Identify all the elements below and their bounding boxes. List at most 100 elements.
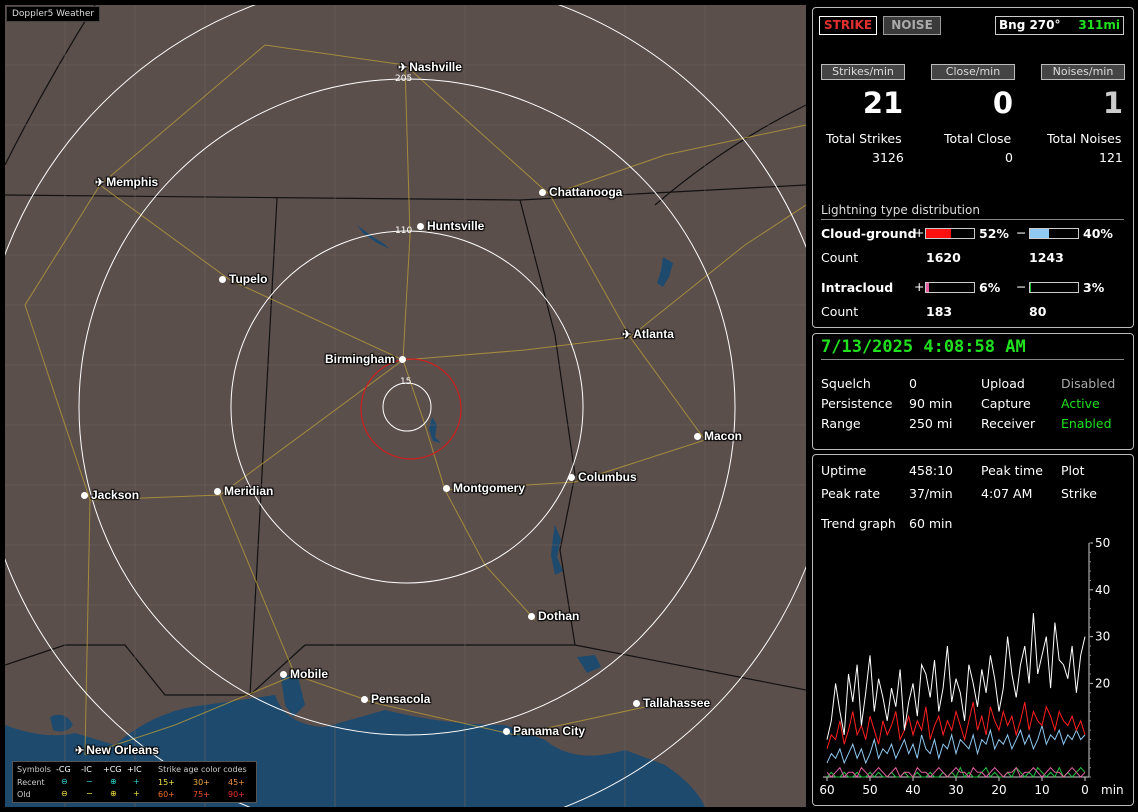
city-new-orleans: ✈ New Orleans [75, 743, 159, 757]
trend-series-line [826, 613, 1086, 740]
cg-negative-pct: 40% [1083, 226, 1113, 241]
age-75: 75+ [193, 790, 210, 799]
persistence-value: 90 min [909, 396, 953, 411]
legend-old-label: Old [17, 790, 31, 799]
close-per-min-value: 0 [992, 86, 1014, 120]
minus-cg-recent-icon: ⊖ [61, 777, 68, 786]
minus-ic-old-icon: − [86, 789, 93, 798]
city-tallahassee: Tallahassee [633, 696, 710, 710]
city-dot-icon [528, 613, 535, 621]
total-noises-label: Total Noises [1047, 131, 1122, 146]
city-dot-icon [81, 492, 88, 500]
squelch-value: 0 [909, 376, 917, 391]
legend-minus-ic: -IC [81, 765, 92, 774]
age-90: 90+ [228, 790, 245, 799]
x-tick-label: 20 [991, 783, 1006, 797]
datetime-display: 7/13/2025 4:08:58 AM [821, 337, 1026, 357]
settings-panel: 7/13/2025 4:08:58 AM Squelch 0 Upload Di… [812, 333, 1134, 450]
city-memphis: ✈ Memphis [95, 175, 159, 189]
noises-per-min-header: Noises/min [1041, 64, 1125, 80]
city-macon: Macon [694, 429, 742, 443]
lake-seminole [577, 655, 601, 673]
city-dot-icon [568, 474, 575, 482]
ic-positive-sign: + [914, 279, 925, 294]
close-per-min-header: Close/min [931, 64, 1015, 80]
city-dot-icon [399, 356, 407, 364]
noise-button[interactable]: NOISE [883, 16, 941, 35]
symbol-legend: Symbols -CG -IC +CG +IC Strike age color… [12, 761, 257, 803]
city-dot-icon [503, 728, 510, 736]
strike-button[interactable]: STRIKE [819, 16, 877, 35]
plot-label: Plot [1061, 463, 1085, 478]
city-chattanooga: Chattanooga [539, 185, 622, 199]
trend-value: 60 min [909, 516, 953, 531]
city-montgomery: Montgomery [443, 481, 525, 495]
distribution-divider [821, 219, 1124, 220]
uptime-value: 458:10 [909, 463, 953, 478]
strikes-per-min-header: Strikes/min [821, 64, 905, 80]
minus-ic-recent-icon: − [86, 777, 93, 786]
ic-positive-count: 183 [926, 304, 953, 319]
strikes-per-min-value: 21 [862, 86, 904, 120]
city-birmingham: Birmingham [325, 352, 407, 366]
peak-rate-value: 37/min [909, 486, 953, 501]
x-tick-label: 50 [862, 783, 877, 797]
age-30: 30+ [193, 778, 210, 787]
ic-positive-bar [925, 282, 975, 293]
x-tick-label: 30 [948, 783, 963, 797]
airport-icon: ✈ [622, 329, 632, 341]
city-dothan: Dothan [528, 609, 579, 623]
ic-positive-pct: 6% [979, 280, 1001, 295]
distribution-title: Lightning type distribution [821, 203, 980, 217]
cg-positive-fill [926, 229, 951, 238]
lake-martin [429, 417, 441, 443]
city-tupelo: Tupelo [219, 272, 267, 286]
receiver-label: Receiver [981, 416, 1036, 431]
legend-symbols-label: Symbols [17, 765, 51, 774]
x-tick-label: 0 [1081, 783, 1089, 797]
city-dot-icon [214, 488, 221, 496]
x-unit-label: min [1101, 783, 1124, 797]
radar-map[interactable]: 205 110 15 ✈ Nashville ✈ Memphis Chattanoo… [5, 5, 806, 807]
upload-label: Upload [981, 376, 1025, 391]
ring-label-15: 15 [400, 377, 412, 387]
y-tick-label: 50 [1095, 536, 1110, 550]
y-tick-label: 20 [1095, 676, 1110, 690]
lake-lanier [657, 257, 673, 287]
ic-negative-pct: 3% [1083, 280, 1105, 295]
ring-label-110: 110 [395, 226, 413, 236]
cg-negative-count: 1243 [1029, 250, 1064, 265]
city-dot-icon [633, 700, 640, 708]
peak-time-value: 4:07 AM [981, 486, 1033, 501]
app-title: Doppler5 Weather [6, 6, 101, 22]
legend-plus-cg: +CG [103, 765, 122, 774]
total-strikes-label: Total Strikes [826, 131, 902, 146]
city-mobile: Mobile [280, 667, 328, 681]
x-tick-label: 60 [819, 783, 834, 797]
city-dot-icon [219, 276, 226, 284]
cg-negative-fill [1030, 229, 1050, 238]
city-dot-icon [539, 189, 546, 197]
ic-negative-fill [1030, 283, 1032, 292]
plus-cg-recent-icon: ⊕ [110, 777, 117, 786]
legend-minus-cg: -CG [56, 765, 71, 774]
cg-positive-bar [925, 228, 975, 239]
ic-negative-count: 80 [1029, 304, 1047, 319]
stats-panel: Uptime 458:10 Peak time Plot Peak rate 3… [812, 454, 1134, 806]
minus-cg-old-icon: ⊖ [61, 789, 68, 798]
trend-series-line [826, 723, 1086, 765]
receiver-value: Enabled [1061, 416, 1112, 431]
city-dot-icon [417, 223, 424, 231]
strike-range-ring [360, 358, 462, 460]
trend-series-line [826, 766, 1086, 778]
plus-ic-old-icon: + [133, 789, 140, 798]
datetime-divider [821, 359, 1124, 360]
city-dot-icon [443, 485, 450, 493]
cloud-ground-label: Cloud-ground [821, 226, 917, 241]
lake-eufaula [551, 525, 563, 575]
total-close-label: Total Close [944, 131, 1012, 146]
capture-value: Active [1061, 396, 1100, 411]
plus-cg-old-icon: ⊕ [110, 789, 117, 798]
plot-value[interactable]: Strike [1061, 486, 1097, 501]
airport-icon: ✈ [75, 745, 85, 757]
